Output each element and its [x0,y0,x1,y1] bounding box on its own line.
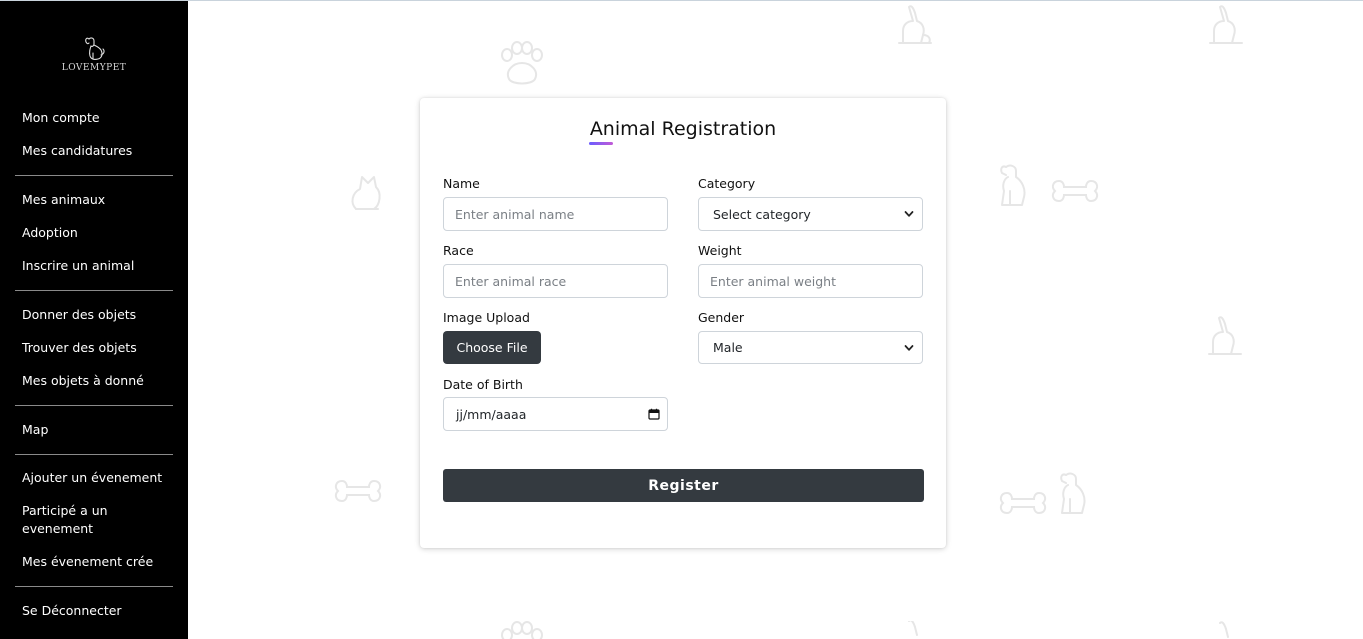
sidebar-item-donner-objets[interactable]: Donner des objets [22,306,172,324]
bone-icon [997,487,1049,519]
animal-registration-card: Animal Registration Name Enter animal na… [420,98,946,548]
calendar-icon[interactable] [648,408,660,420]
sidebar-item-ajouter-evenement[interactable]: Ajouter un évenement [22,469,172,487]
logo-text: LOVEMYPET [61,63,127,73]
weight-input[interactable]: Enter animal weight [698,264,923,298]
sidebar-item-mes-evenement[interactable]: Mes évenement crée [22,553,172,571]
sidebar-divider [15,405,173,406]
sidebar-item-inscrire-animal[interactable]: Inscrire un animal [22,257,172,275]
category-select[interactable]: Select category [698,197,923,231]
rabbit-icon [1204,3,1246,47]
sidebar-item-mes-animaux[interactable]: Mes animaux [22,191,172,209]
sidebar-item-trouver-objets[interactable]: Trouver des objets [22,339,172,357]
gender-select[interactable]: Male [698,331,923,364]
gender-label: Gender [698,310,745,325]
sidebar-item-map[interactable]: Map [22,421,172,439]
date-of-birth-input[interactable]: jj/mm/aaaa [443,397,668,431]
chevron-down-icon [904,344,914,351]
rabbit-icon [893,621,935,639]
paw-icon [495,41,547,89]
dog-icon [1056,469,1094,515]
rabbit-icon [1203,314,1245,358]
bone-icon [332,475,384,507]
sidebar-divider [15,175,173,176]
sidebar-item-mes-objets[interactable]: Mes objets à donné [22,372,172,390]
sidebar: LOVEMYPET Mon compte Mes candidatures Me… [0,1,188,639]
date-of-birth-label: Date of Birth [443,377,523,392]
sidebar-item-adoption[interactable]: Adoption [22,224,172,242]
dog-icon [996,161,1034,207]
register-button[interactable]: Register [443,469,924,502]
category-selected-value: Select category [713,206,811,222]
name-placeholder: Enter animal name [455,206,575,222]
paw-icon [495,621,547,639]
race-label: Race [443,243,474,258]
sidebar-item-mes-candidatures[interactable]: Mes candidatures [22,142,172,160]
sidebar-item-deconnecter[interactable]: Se Déconnecter [22,602,172,620]
page-title: Animal Registration [589,118,777,140]
name-input[interactable]: Enter animal name [443,197,668,231]
sidebar-item-participe-evenement[interactable]: Participé a un evenement [22,502,132,538]
dog-logo-icon [85,37,105,60]
bone-icon [1049,175,1101,207]
logo: LOVEMYPET [58,33,130,85]
sidebar-divider [15,586,173,587]
chevron-down-icon [904,211,914,217]
date-of-birth-placeholder: jj/mm/aaaa [456,406,527,422]
rabbit-icon [893,3,935,47]
category-label: Category [698,176,756,191]
race-input[interactable]: Enter animal race [443,264,668,298]
gender-selected-value: Male [713,340,743,355]
weight-placeholder: Enter animal weight [710,273,837,289]
name-label: Name [443,176,480,191]
image-upload-label: Image Upload [443,310,530,325]
sidebar-divider [15,290,173,291]
weight-label: Weight [698,243,742,258]
race-placeholder: Enter animal race [455,273,567,289]
choose-file-button[interactable]: Choose File [443,331,541,364]
rabbit-icon [1204,621,1246,639]
sidebar-item-mon-compte[interactable]: Mon compte [22,109,172,127]
title-accent-underline [589,142,613,145]
cat-icon [348,169,384,213]
sidebar-divider [15,454,173,455]
